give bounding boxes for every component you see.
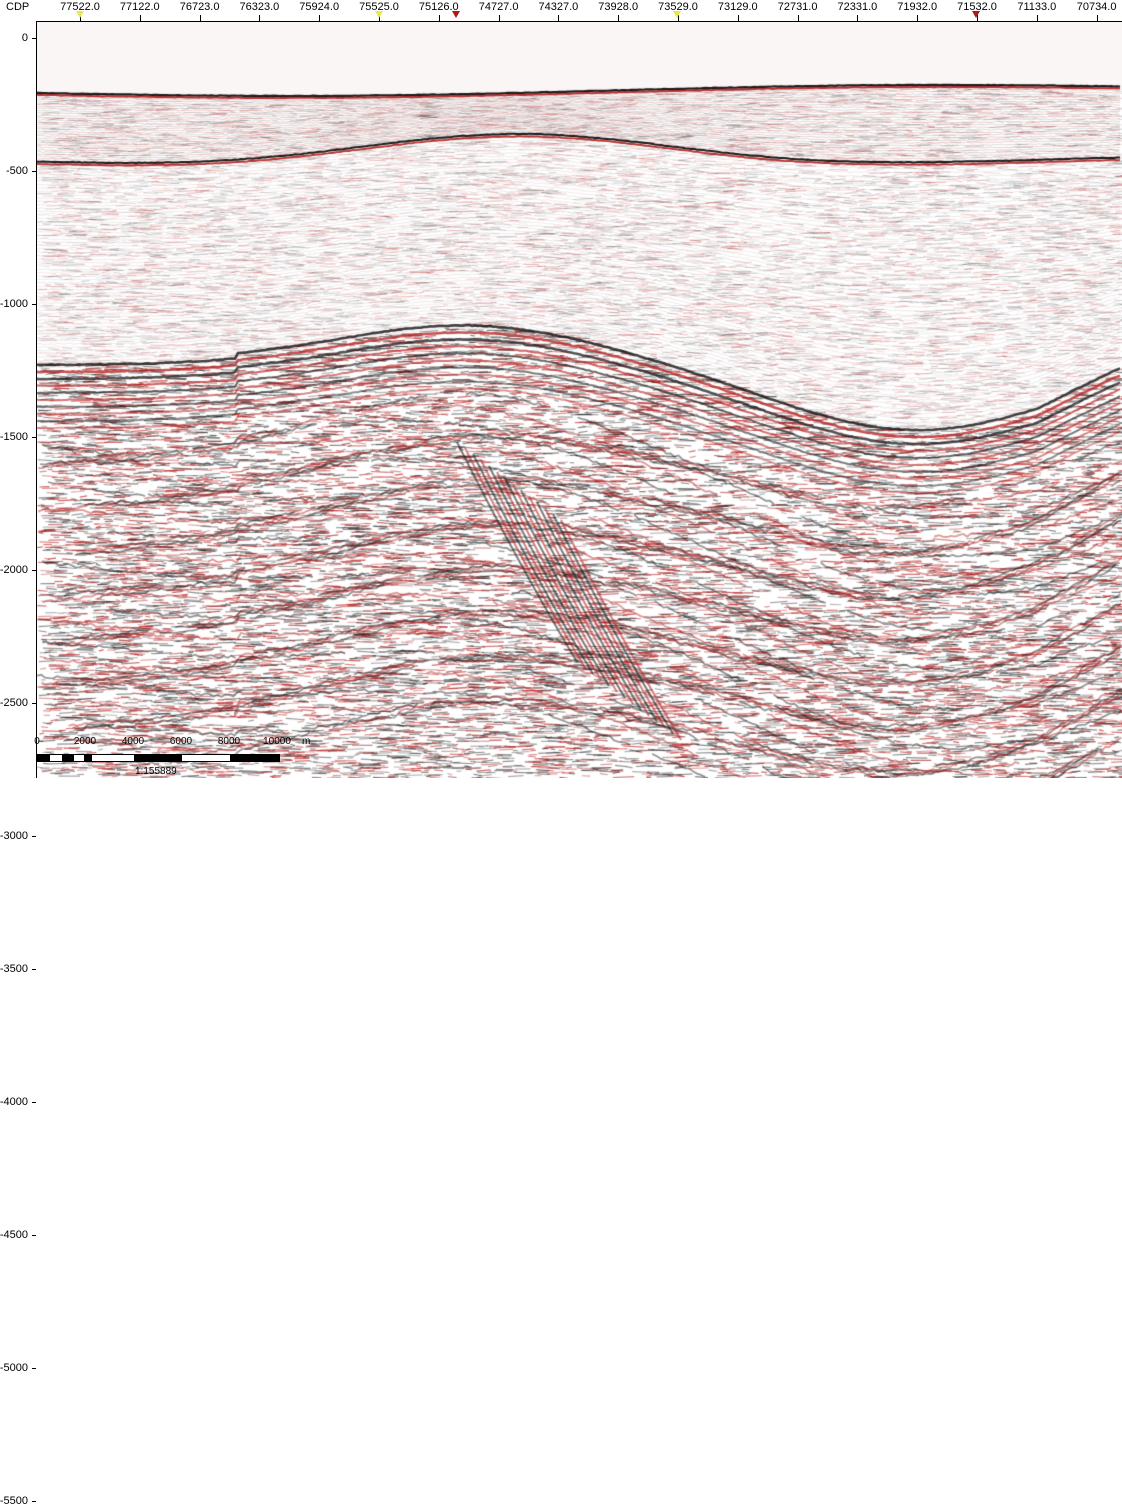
cdp-tick-label: 73129.0 [717,1,758,13]
depth-tick-label: -5500 [0,1495,28,1507]
depth-tick-label: -4500 [0,1229,28,1241]
scale-bar-graphic [37,754,280,762]
scale-bar-label: 8000 [217,736,241,747]
depth-tick-label: -500 [5,165,28,177]
cdp-tick-label: 72731.0 [777,1,818,13]
cdp-tick-label: 71932.0 [897,1,938,13]
well-marker-4[interactable] [672,11,681,18]
depth-tick-label: -3500 [0,963,28,975]
seismic-section-viewer[interactable]: CDP 77522.0 77122.0 76723.0 76323.0 75924.0 7… [0,0,1122,1507]
cdp-tick-label: 75924.0 [299,1,340,13]
cdp-axis: CDP 77522.0 77122.0 76723.0 76323.0 75924.0 7… [0,0,1122,22]
depth-tick-label: -1000 [0,298,28,310]
depth-tick-label: -1500 [0,431,28,443]
depth-tick-mark [32,969,36,970]
scale-bar-label: 2000 [73,736,97,747]
depth-tick-mark [32,1235,36,1236]
depth-tick-mark [32,1102,36,1103]
well-marker-3[interactable] [452,11,461,18]
depth-axis: 0 -500 -1000 -1500 -2000 -2500 -3000 -3500 -4000… [0,22,36,1507]
depth-tick-label: -3000 [0,830,28,842]
well-marker-2[interactable] [374,11,383,18]
cdp-tick-label: 71133.0 [1017,1,1057,13]
cdp-tick-label: 74727.0 [478,1,519,13]
depth-tick-label: -2500 [0,697,28,709]
cdp-tick-label: 73928.0 [598,1,639,13]
scale-bar-label: 10000 [263,736,291,747]
scale-bar-unit: m [302,736,311,747]
scale-bar-label: 0 [34,736,40,747]
scale-bar-label: 4000 [121,736,145,747]
cdp-tick-label: 74327.0 [538,1,579,13]
depth-tick-mark [32,836,36,837]
depth-tick-mark [32,1501,36,1502]
cdp-axis-label: CDP [6,1,30,13]
depth-tick-label: -4000 [0,1096,28,1108]
cdp-tick-label: 72331.0 [837,1,878,13]
cdp-tick-label: 77122.0 [119,1,160,13]
depth-tick-label: -5000 [0,1362,28,1374]
depth-tick-label: -2000 [0,564,28,576]
well-marker-5[interactable] [971,11,980,18]
seismic-section-canvas[interactable] [37,22,1122,778]
scale-bar: m 1:155889 0 2000 4000 6000 8000 10000 [30,736,330,778]
depth-tick-mark [32,1368,36,1369]
well-marker-1[interactable] [76,11,84,18]
cdp-tick-label: 70734.0 [1076,1,1117,13]
scale-bar-label: 6000 [169,736,193,747]
scale-ratio: 1:155889 [135,766,177,777]
depth-tick-label: 0 [21,32,28,44]
cdp-tick-label: 76723.0 [179,1,220,13]
cdp-tick-label: 76323.0 [239,1,280,13]
